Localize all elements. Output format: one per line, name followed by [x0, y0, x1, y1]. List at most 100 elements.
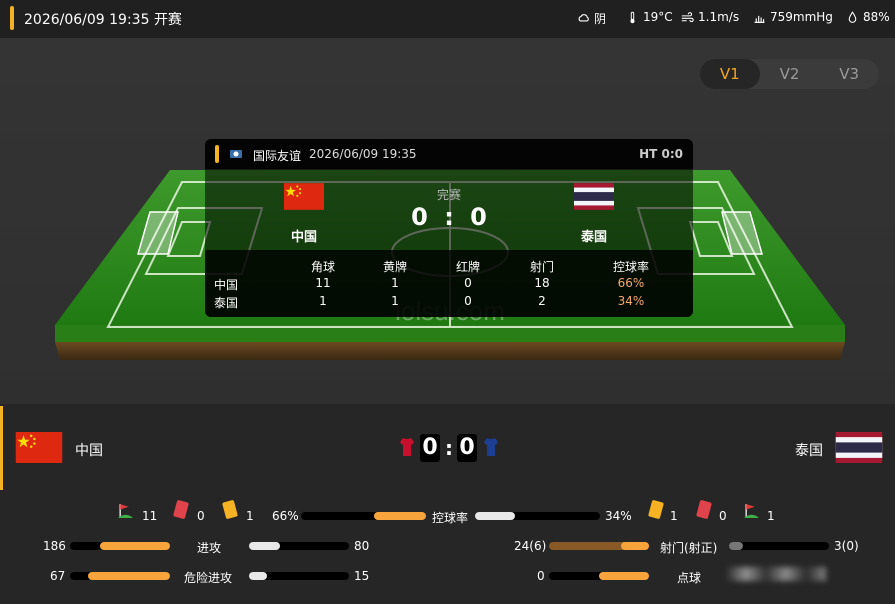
pitch-soil — [55, 342, 845, 360]
match-status: 完赛 — [436, 188, 461, 202]
attack-away-value: 80 — [354, 539, 370, 553]
penalty-label: 点球 — [677, 571, 702, 585]
shots-away-fill — [729, 542, 743, 550]
stat-row-home-team: 中国 — [214, 278, 239, 292]
temperature-text: 19°C — [643, 10, 673, 24]
card-stats-table: 角球 黄牌 红牌 射门 控球率 中国 11 1 0 18 66% 泰国 1 1 … — [205, 250, 693, 317]
stat-home-possession: 66% — [617, 276, 645, 290]
dangerous-away-value: 15 — [354, 569, 370, 583]
home-possession-fill — [374, 512, 426, 520]
score-card: 国际友谊 2026/06/09 19:35 HT 0:0 中国 完赛 0 : 0… — [205, 139, 693, 317]
away-yellow-count: 1 — [670, 509, 678, 523]
possession-label: 控球率 — [432, 511, 469, 525]
humidity: 88% — [846, 10, 890, 24]
attack-away-fill — [249, 542, 280, 550]
temperature: 19°C — [626, 10, 673, 24]
summary-away-name: 泰国 — [795, 443, 823, 459]
tab-v1[interactable]: V1 — [700, 59, 760, 89]
match-summary-panel: 中国 0 : 0 泰国 11 0 1 66% 控球率 34% 1 0 1 186… — [0, 404, 895, 604]
stat-header-yellow: 黄牌 — [382, 260, 407, 274]
weather-text: 阴 — [594, 12, 607, 26]
card-home-score: 0 — [411, 203, 428, 231]
away-yellow-card-icon — [648, 499, 664, 520]
home-yellow-card-icon — [222, 499, 238, 520]
home-corner-flag-icon — [118, 504, 133, 518]
away-red-card-icon — [696, 499, 712, 520]
stat-header-corners: 角球 — [310, 260, 335, 274]
away-jersey-icon — [484, 438, 498, 456]
tab-v3[interactable]: V3 — [819, 59, 879, 89]
shots-home-value: 24(6) — [514, 539, 547, 553]
home-yellow-count: 1 — [246, 509, 254, 523]
stat-home-red: 0 — [464, 276, 472, 290]
stat-away-red: 0 — [464, 294, 472, 308]
stat-header-shots: 射门 — [529, 260, 554, 274]
card-score-colon: : — [444, 203, 454, 231]
away-corner-flag-icon — [744, 504, 759, 518]
top-bar: 2026/06/09 19:35 开赛 阴 19°C 1.1m/s 759mmH… — [0, 0, 895, 38]
cloud-sun-icon — [578, 14, 589, 22]
card-header: 国际友谊 2026/06/09 19:35 HT 0:0 — [205, 139, 693, 169]
card-away-score: 0 — [470, 203, 487, 231]
shots-away-value: 3(0) — [834, 539, 859, 553]
attack-label: 进攻 — [197, 541, 222, 555]
thailand-flag-icon — [574, 183, 614, 210]
stat-away-possession: 34% — [617, 294, 645, 308]
penalty-home-fill — [599, 572, 649, 580]
away-red-count: 0 — [719, 509, 727, 523]
weather-status: 阴 — [577, 10, 606, 27]
half-time-score: HT 0:0 — [639, 147, 683, 161]
shots-label: 射门(射正) — [660, 541, 718, 555]
penalty-away-redacted — [726, 567, 826, 581]
league-logo-icon — [230, 150, 242, 158]
dangerous-label: 危险进攻 — [184, 571, 233, 585]
stat-away-corners: 1 — [319, 294, 327, 308]
droplet-icon — [848, 10, 857, 23]
shots-away-track — [729, 542, 829, 550]
summary-home-name: 中国 — [75, 443, 103, 459]
match-start-time: 2026/06/09 19:35 开赛 — [24, 12, 182, 28]
stat-header-possession: 控球率 — [612, 260, 649, 274]
shots-on-target-home-fill — [621, 542, 649, 550]
stat-header-red: 红牌 — [455, 260, 480, 274]
home-red-card-icon — [173, 499, 189, 520]
stat-row-away-team: 泰国 — [214, 296, 239, 310]
attack-home-fill — [100, 542, 170, 550]
china-flag-icon — [284, 183, 324, 210]
penalty-home-value: 0 — [537, 569, 545, 583]
humidity-text: 88% — [863, 10, 890, 24]
dangerous-home-value: 67 — [50, 569, 66, 583]
away-corners-count: 1 — [767, 509, 775, 523]
match-datetime: 2026/06/09 19:35 — [309, 147, 417, 161]
summary-home-score: 0 — [420, 434, 440, 462]
summary-china-flag-icon — [15, 432, 63, 463]
dangerous-away-fill — [249, 572, 267, 580]
stat-home-shots: 18 — [534, 276, 550, 290]
view-tabs: V1 V2 V3 — [700, 59, 879, 89]
card-accent-bar — [215, 145, 219, 163]
summary-away-score: 0 — [457, 434, 477, 462]
air-pressure: 759mmHg — [753, 10, 833, 24]
pressure-text: 759mmHg — [770, 10, 833, 24]
tab-v2[interactable]: V2 — [760, 59, 820, 89]
home-red-count: 0 — [197, 509, 205, 523]
summary-score-colon: : — [445, 436, 453, 460]
wind-speed: 1.1m/s — [681, 10, 739, 24]
card-score: 0 : 0 — [399, 203, 499, 231]
stat-home-corners: 11 — [315, 276, 331, 290]
away-possession-value: 34% — [605, 509, 632, 523]
pressure-icon — [754, 15, 765, 23]
stat-away-yellow: 1 — [391, 294, 399, 308]
stat-away-shots: 2 — [538, 294, 546, 308]
card-home-name: 中国 — [290, 230, 317, 245]
dangerous-home-fill — [88, 572, 170, 580]
wind-icon — [681, 11, 694, 22]
stat-home-yellow: 1 — [391, 276, 399, 290]
attack-home-value: 186 — [43, 539, 66, 553]
summary-thailand-flag-icon — [835, 432, 883, 463]
away-possession-fill — [475, 512, 515, 520]
league-name: 国际友谊 — [253, 149, 302, 163]
home-corners-count: 11 — [142, 509, 158, 523]
thermometer-icon — [630, 11, 635, 23]
home-possession-value: 66% — [272, 509, 299, 523]
